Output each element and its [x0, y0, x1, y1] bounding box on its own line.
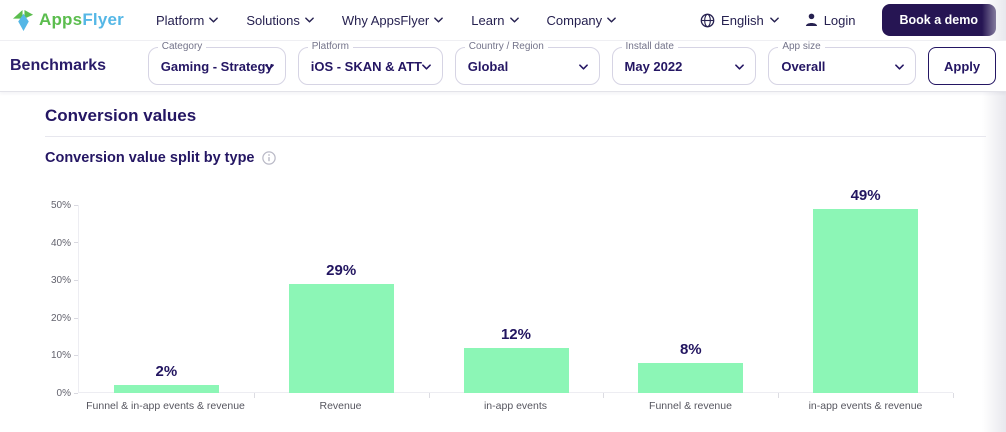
x-category-label: Funnel & in-app events & revenue	[86, 400, 245, 412]
bar-value-label: 2%	[155, 363, 178, 381]
apply-button[interactable]: Apply	[928, 47, 996, 85]
chevron-down-icon	[578, 64, 588, 70]
chevron-down-icon	[895, 64, 904, 70]
filter-country-value: Global	[467, 58, 509, 74]
x-category-label: in-app events & revenue	[808, 400, 923, 412]
filter-platform-value: iOS - SKAN & ATT	[310, 58, 422, 74]
appsflyer-logo-text: AppsFlyer	[39, 10, 124, 29]
chevron-down-icon	[735, 64, 745, 70]
nav-item-company[interactable]: Company	[533, 13, 631, 28]
bar-value-label: 8%	[679, 340, 702, 358]
filter-country-select[interactable]: Country / Region Global	[454, 41, 600, 85]
filter-platform-label: Platform	[307, 41, 353, 52]
y-tick-label: 0%	[57, 388, 78, 399]
filter-install-date-value: May 2022	[624, 58, 683, 74]
section-divider	[45, 136, 986, 137]
y-tick-label: 10%	[51, 350, 78, 361]
filter-category-value: Gaming - Strategy	[160, 58, 273, 74]
nav-item-learn[interactable]: Learn	[457, 13, 532, 28]
x-category-label: Revenue	[319, 400, 362, 412]
bar-slot: 49%	[778, 187, 954, 398]
appsflyer-logo[interactable]: AppsFlyer	[12, 9, 124, 32]
chart-y-axis: 0% 10% 20% 30% 40% 50%	[45, 200, 78, 399]
bar-slot: 8%	[603, 205, 779, 398]
chevron-down-icon	[264, 64, 274, 70]
language-selector[interactable]: English	[700, 13, 779, 28]
nav-item-why-appsflyer[interactable]: Why AppsFlyer	[328, 13, 457, 28]
nav-menu: Platform Solutions Why AppsFlyer Learn C…	[142, 13, 630, 28]
x-category-label: in-app events	[483, 400, 548, 412]
chevron-down-icon	[509, 17, 519, 23]
bar-value-label: 49%	[850, 186, 881, 204]
chevron-down-icon	[769, 17, 779, 23]
section-title: Conversion values	[45, 106, 197, 125]
bar-funnel-in-app-events-revenue	[114, 385, 219, 393]
filter-platform-select[interactable]: Platform iOS - SKAN & ATT	[297, 41, 443, 85]
y-tick-label: 30%	[51, 275, 78, 286]
bar-slot: 29%	[254, 205, 430, 398]
filter-install-date-select[interactable]: Install date May 2022	[611, 41, 757, 85]
y-tick-label: 40%	[51, 238, 78, 249]
nav-right: English Login Book a demo	[700, 4, 996, 36]
appsflyer-logo-icon	[12, 9, 34, 31]
main-content: Conversion values Conversion value split…	[0, 92, 1006, 412]
filter-app-size-select[interactable]: App size Overall	[768, 41, 917, 85]
filter-category-select[interactable]: Category Gaming - Strategy	[147, 41, 286, 85]
user-icon	[805, 13, 817, 27]
chevron-down-icon	[421, 64, 431, 70]
chart-x-axis-labels: Funnel & in-app events & revenue Revenue…	[78, 400, 986, 412]
filter-app-size-label: App size	[778, 41, 825, 52]
nav-item-label: Why AppsFlyer	[341, 12, 430, 28]
benchmarks-filter-bar: Benchmarks Category Gaming - Strategy Pl…	[0, 40, 1006, 92]
top-navigation: AppsFlyer Platform Solutions Why AppsFly…	[0, 0, 1006, 40]
bar-slot: 2%	[79, 205, 255, 398]
chart-title: Conversion value split by type	[45, 150, 255, 166]
bar-in-app-events-revenue	[813, 208, 919, 393]
info-circle-icon[interactable]	[261, 151, 276, 165]
nav-item-solutions[interactable]: Solutions	[232, 13, 327, 28]
language-label: English	[721, 12, 764, 28]
bar-value-label: 29%	[326, 261, 357, 279]
nav-item-label: Company	[546, 12, 603, 28]
y-tick-label: 20%	[51, 313, 78, 324]
bar-chart: 0% 10% 20% 30% 40% 50% 2% 29% 12% 8% 49%	[45, 187, 986, 399]
globe-icon	[700, 13, 715, 27]
bar-slot: 12%	[429, 205, 605, 398]
filter-category-label: Category	[157, 41, 207, 52]
bar-funnel-revenue	[638, 362, 744, 393]
bar-in-app-events	[463, 347, 569, 393]
filter-install-date-label: Install date	[621, 41, 678, 52]
page: AppsFlyer Platform Solutions Why AppsFly…	[0, 0, 1006, 432]
nav-item-label: Learn	[471, 12, 505, 28]
filter-app-size-value: Overall	[781, 58, 826, 74]
nav-item-label: Platform	[155, 12, 205, 28]
chevron-down-icon	[305, 17, 314, 23]
login-label: Login	[823, 12, 856, 28]
chart-title-row: Conversion value split by type	[45, 149, 986, 167]
nav-item-label: Solutions	[246, 12, 300, 28]
nav-item-platform[interactable]: Platform	[142, 13, 232, 28]
chart-plot-area: 2% 29% 12% 8% 49%	[78, 187, 954, 398]
chevron-down-icon	[434, 17, 444, 23]
chevron-down-icon	[209, 17, 219, 23]
filter-country-label: Country / Region	[464, 41, 548, 52]
x-category-label: Funnel & revenue	[649, 400, 732, 412]
benchmarks-title: Benchmarks	[10, 57, 107, 74]
bar-value-label: 12%	[500, 325, 531, 343]
bar-revenue	[288, 283, 394, 393]
book-demo-button[interactable]: Book a demo	[881, 4, 996, 36]
chevron-down-icon	[607, 17, 616, 23]
login-button[interactable]: Login	[805, 13, 856, 28]
y-tick-label: 50%	[51, 200, 78, 211]
